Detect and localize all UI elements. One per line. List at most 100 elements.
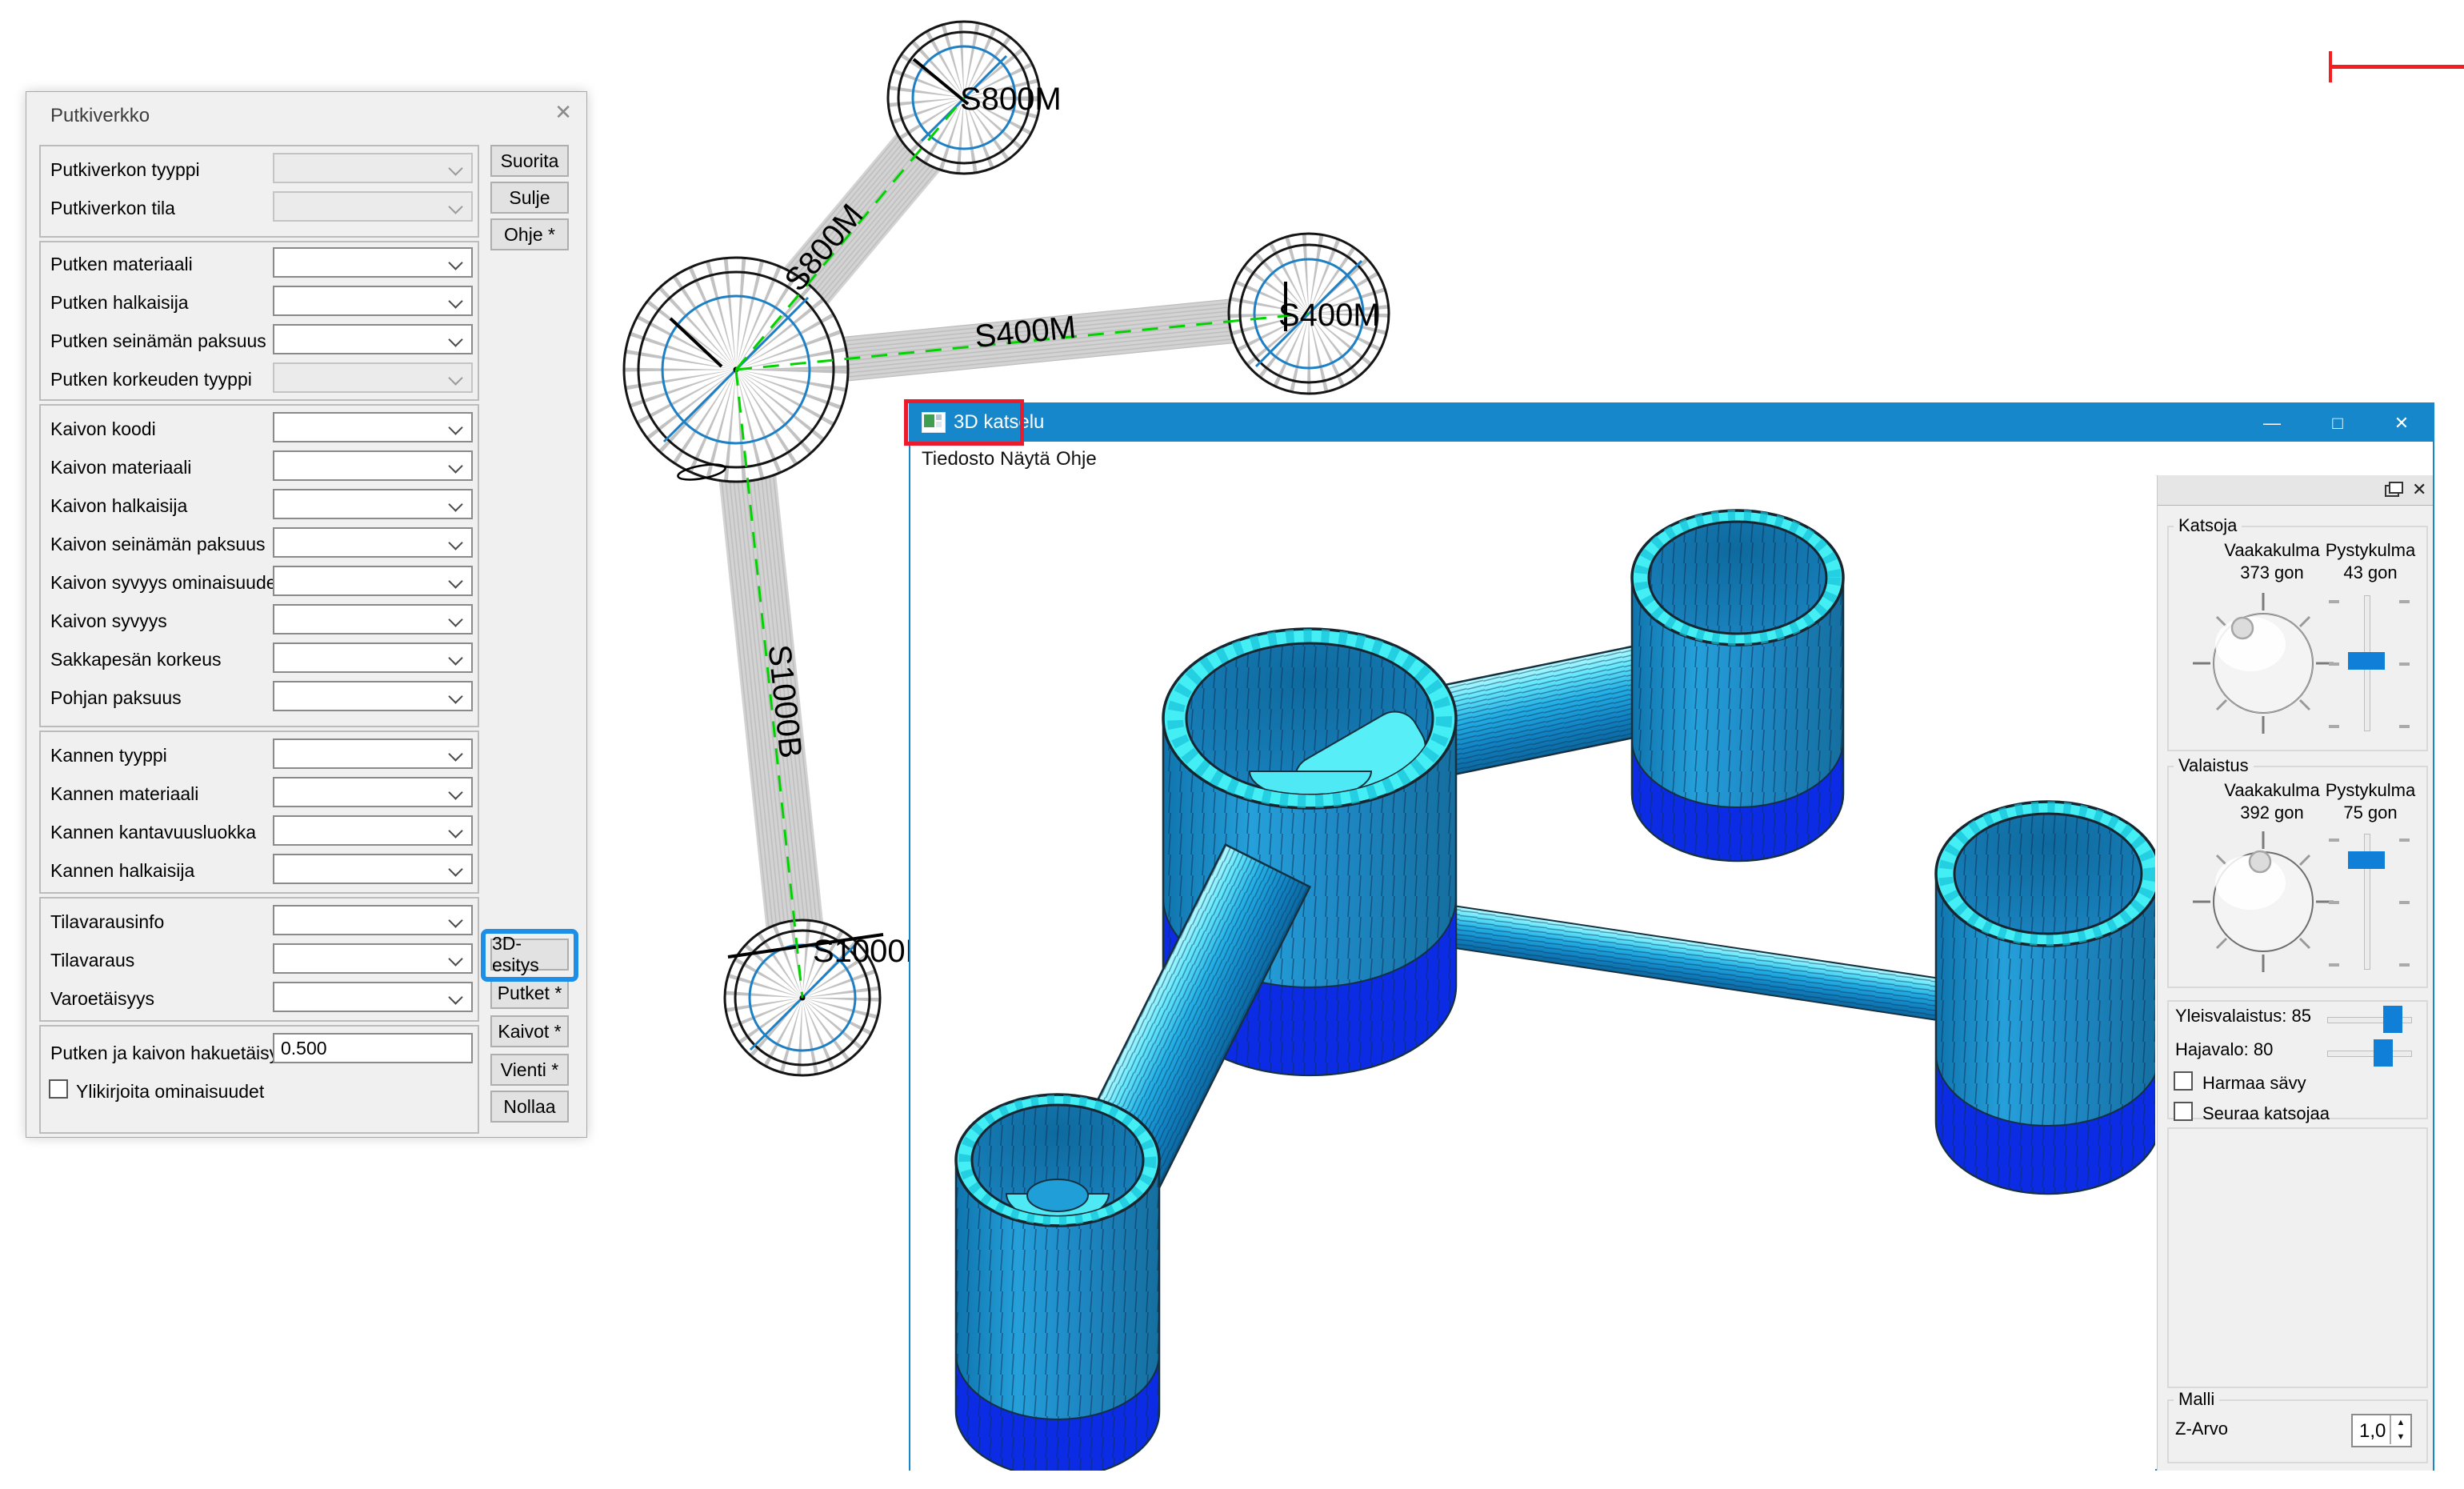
z-arvo-value: 1,0 — [2359, 1420, 2386, 1443]
kaivon-materiaali-dropdown[interactable] — [273, 450, 473, 481]
chevron-down-icon — [448, 199, 462, 214]
hajavalo-label: Hajavalo: 80 — [2175, 1039, 2273, 1060]
putken-materiaali-dropdown[interactable] — [273, 247, 473, 278]
yleisvalaistus-slider-handle[interactable] — [2383, 1006, 2402, 1033]
well-3d-top — [1632, 510, 1843, 861]
kaivon-koodi-dropdown[interactable] — [273, 412, 473, 442]
chevron-down-icon — [448, 497, 462, 511]
chevron-down-icon — [448, 574, 462, 588]
hajavalo-slider-track[interactable] — [2327, 1051, 2412, 1057]
tilavaraus-dropdown[interactable] — [273, 943, 473, 974]
3d-canvas[interactable] — [910, 475, 2155, 1471]
putket-button[interactable]: Putket * — [490, 977, 569, 1009]
search-distance-label: Putken ja kaivon hakuetäisyys — [50, 1043, 297, 1064]
chevron-down-icon — [448, 420, 462, 434]
putken-seinaman-paksuus-dropdown[interactable] — [273, 324, 473, 354]
3d-scene — [910, 475, 2155, 1471]
malli-group-label: Malli — [2174, 1389, 2219, 1410]
row-label: Putkiverkon tila — [50, 198, 175, 219]
valaistus-pysty-value: 75 gon — [2314, 803, 2426, 823]
menu-nayta[interactable]: Näytä — [1000, 448, 1050, 470]
ohje-button[interactable]: Ohje * — [490, 218, 569, 250]
row-label: Kaivon syvyys ominaisuudesta — [50, 572, 301, 594]
panel-header: ✕ — [2158, 475, 2433, 506]
putken-korkeuden-tyyppi-dropdown[interactable] — [273, 362, 473, 393]
katsoja-rotation-dial[interactable] — [2193, 593, 2334, 734]
valaistus-rotation-dial[interactable] — [2193, 831, 2334, 972]
row-label: Putken materiaali — [50, 254, 193, 275]
row-label: Kannen tyyppi — [50, 745, 167, 767]
chevron-down-icon — [448, 650, 462, 665]
dial-indicator-dot — [2250, 851, 2270, 872]
close-icon[interactable]: ✕ — [2369, 404, 2434, 442]
kannen-halkaisija-dropdown[interactable] — [273, 854, 473, 884]
empty-group — [2167, 1127, 2428, 1388]
ylikirjoita-checkbox[interactable] — [49, 1079, 68, 1099]
chevron-down-icon — [448, 294, 462, 308]
row-label: Putkiverkon tyyppi — [50, 159, 200, 181]
row-label: Pohjan paksuus — [50, 687, 182, 709]
sulje-button[interactable]: Sulje — [490, 182, 569, 214]
nollaa-button[interactable]: Nollaa — [490, 1091, 569, 1123]
3d-window-titlebar[interactable]: 3D katselu — □ ✕ — [910, 404, 2433, 442]
search-distance-input[interactable] — [273, 1033, 473, 1063]
pohjan-paksuus-dropdown[interactable] — [273, 681, 473, 711]
chevron-down-icon — [448, 255, 462, 270]
pipe-3d-to-top — [1423, 644, 1664, 778]
vienti-button[interactable]: Vienti * — [490, 1054, 569, 1086]
row-label: Kaivon seinämän paksuus — [50, 534, 266, 555]
close-panel-icon[interactable]: ✕ — [2412, 479, 2426, 500]
putkiverkon-tyyppi-dropdown[interactable] — [273, 153, 473, 183]
dial-indicator-dot — [2232, 618, 2253, 638]
yleisvalaistus-label: Yleisvalaistus: 85 — [2175, 1006, 2311, 1027]
harmaa-savy-checkbox[interactable] — [2174, 1071, 2193, 1091]
row-label: Kaivon halkaisija — [50, 495, 187, 517]
sakkapesan-korkeus-dropdown[interactable] — [273, 642, 473, 673]
spinner-down-icon[interactable]: ▼ — [2390, 1430, 2410, 1444]
menu-tiedosto[interactable]: Tiedosto — [922, 448, 994, 470]
chevron-down-icon — [448, 689, 462, 703]
hajavalo-slider-handle[interactable] — [2374, 1039, 2393, 1067]
putken-halkaisija-dropdown[interactable] — [273, 286, 473, 316]
row-label: Kaivon materiaali — [50, 457, 191, 478]
katsoja-pysty-label: Pystykulma — [2314, 540, 2426, 561]
dialog-close-icon[interactable]: ✕ — [554, 102, 572, 122]
kannen-materiaali-dropdown[interactable] — [273, 777, 473, 807]
valaistus-pysty-label: Pystykulma — [2314, 780, 2426, 801]
putkiverkko-dialog: Putkiverkko ✕ Putkiverkon tyyppi Putkive… — [26, 91, 587, 1138]
maximize-icon[interactable]: □ — [2305, 404, 2370, 442]
application-root: S800M S400M S1000B S800M S400M S1000B S8… — [0, 0, 2464, 1489]
valaistus-group-label: Valaistus — [2174, 755, 2254, 776]
kannen-tyyppi-dropdown[interactable] — [273, 738, 473, 769]
chevron-down-icon — [448, 535, 462, 550]
chevron-down-icon — [448, 990, 462, 1004]
katsoja-pysty-value: 43 gon — [2314, 562, 2426, 583]
3d-settings-panel: ✕ Katsoja Vaakakulma 373 gon Pystykulma … — [2157, 475, 2433, 1471]
row-label: Sakkapesän korkeus — [50, 649, 222, 670]
seuraa-katsojaa-label: Seuraa katsojaa — [2202, 1103, 2330, 1124]
chevron-down-icon — [448, 332, 462, 346]
chevron-down-icon — [448, 785, 462, 799]
kaivon-seinaman-paksuus-dropdown[interactable] — [273, 527, 473, 558]
kaivon-halkaisija-dropdown[interactable] — [273, 489, 473, 519]
kaivon-syvyys-dropdown[interactable] — [273, 604, 473, 634]
valaistus-pysty-slider-handle[interactable] — [2348, 851, 2385, 869]
kaivon-syvyys-ominaisuudesta-dropdown[interactable] — [273, 566, 473, 596]
menu-ohje[interactable]: Ohje — [1056, 448, 1097, 470]
katsoja-pysty-slider-handle[interactable] — [2348, 652, 2385, 670]
chevron-down-icon — [448, 823, 462, 838]
z-arvo-spinner[interactable]: 1,0 ▲ ▼ — [2351, 1414, 2412, 1447]
row-label: Kannen kantavuusluokka — [50, 822, 256, 843]
kaivot-button[interactable]: Kaivot * — [490, 1015, 569, 1047]
tilavarausinfo-dropdown[interactable] — [273, 905, 473, 935]
menu-bar: Tiedosto Näytä Ohje — [910, 442, 2433, 476]
minimize-icon[interactable]: — — [2239, 404, 2305, 442]
varoetaisyys-dropdown[interactable] — [273, 982, 473, 1012]
putkiverkon-tila-dropdown[interactable] — [273, 191, 473, 222]
suorita-button[interactable]: Suorita — [490, 145, 569, 177]
dialog-title: Putkiverkko — [50, 105, 150, 127]
kannen-kantavuusluokka-dropdown[interactable] — [273, 815, 473, 846]
float-panel-icon-back — [2389, 482, 2403, 494]
spinner-up-icon[interactable]: ▲ — [2390, 1415, 2410, 1430]
seuraa-katsojaa-checkbox[interactable] — [2174, 1102, 2193, 1121]
